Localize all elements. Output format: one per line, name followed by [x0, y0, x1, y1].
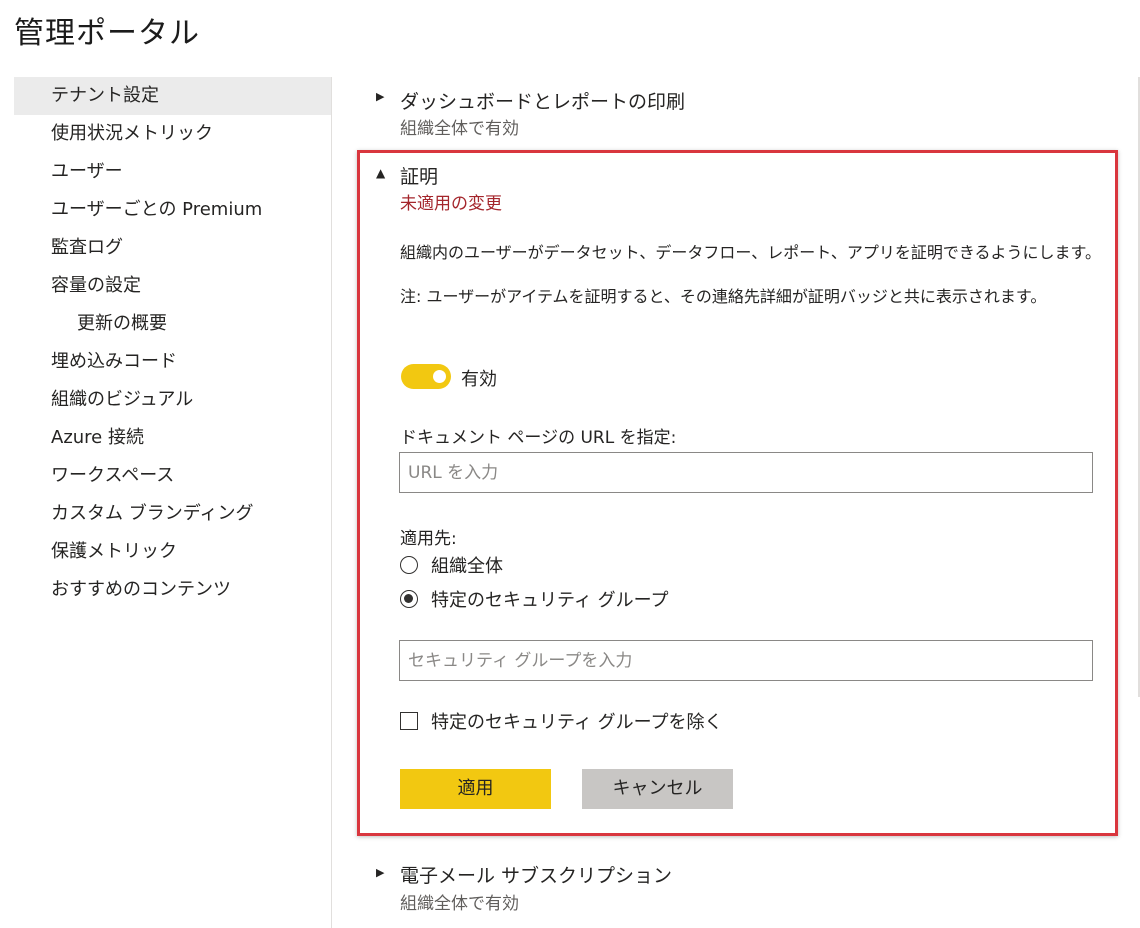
collapse-down-icon[interactable]: ▲: [376, 166, 390, 180]
radio-entire-org[interactable]: 組織全体: [400, 553, 503, 577]
section-title-email[interactable]: 電子メール サブスクリプション: [400, 861, 672, 888]
sidebar-item-audit-logs[interactable]: 監査ログ: [14, 229, 332, 267]
sidebar-item-org-visuals[interactable]: 組織のビジュアル: [14, 381, 332, 419]
sidebar-item-protection-metrics[interactable]: 保護メトリック: [14, 533, 332, 571]
checkbox-label: 特定のセキュリティ グループを除く: [431, 712, 723, 733]
expand-right-icon[interactable]: ▶: [376, 90, 390, 103]
section-status-email: 組織全体で有効: [400, 894, 519, 914]
radio-button[interactable]: [400, 590, 418, 608]
apply-button[interactable]: 適用: [400, 769, 551, 809]
url-field-label: ドキュメント ページの URL を指定:: [400, 428, 677, 448]
sidebar-item-azure-connections[interactable]: Azure 接続: [14, 419, 332, 457]
sidebar-item-embed-codes[interactable]: 埋め込みコード: [14, 343, 332, 381]
enabled-toggle[interactable]: [401, 364, 451, 389]
url-input[interactable]: [399, 452, 1093, 493]
certification-description: 組織内のユーザーがデータセット、データフロー、レポート、アプリを証明できるように…: [400, 243, 1101, 262]
toggle-knob: [433, 370, 446, 383]
expand-right-icon[interactable]: ▶: [376, 866, 390, 879]
section-title-print[interactable]: ダッシュボードとレポートの印刷: [400, 87, 685, 114]
sidebar-item-tenant-settings[interactable]: テナント設定: [14, 77, 332, 115]
sidebar-item-refresh-summary[interactable]: 更新の概要: [14, 305, 332, 343]
sidebar-item-featured-content[interactable]: おすすめのコンテンツ: [14, 571, 332, 609]
exclude-groups-checkbox-row[interactable]: 特定のセキュリティ グループを除く: [400, 709, 723, 733]
sidebar-item-workspaces[interactable]: ワークスペース: [14, 457, 332, 495]
radio-button[interactable]: [400, 556, 418, 574]
section-status-print: 組織全体で有効: [400, 119, 519, 139]
sidebar: テナント設定 使用状況メトリック ユーザー ユーザーごとの Premium 監査…: [14, 77, 332, 609]
sidebar-item-premium-per-user[interactable]: ユーザーごとの Premium: [14, 191, 332, 229]
sidebar-divider: [331, 77, 332, 928]
page-title: 管理ポータル: [14, 16, 200, 51]
unapplied-changes-status: 未適用の変更: [400, 194, 502, 214]
radio-specific-groups[interactable]: 特定のセキュリティ グループ: [400, 587, 669, 611]
security-group-input[interactable]: [399, 640, 1093, 681]
certification-note: 注: ユーザーがアイテムを証明すると、その連絡先詳細が証明バッジと共に表示されま…: [400, 287, 1047, 306]
exclude-groups-checkbox[interactable]: [400, 712, 418, 730]
sidebar-item-capacity-settings[interactable]: 容量の設定: [14, 267, 332, 305]
radio-label: 組織全体: [431, 556, 503, 577]
radio-label: 特定のセキュリティ グループ: [431, 590, 669, 611]
sidebar-item-users[interactable]: ユーザー: [14, 153, 332, 191]
toggle-label: 有効: [461, 369, 497, 390]
sidebar-item-custom-branding[interactable]: カスタム ブランディング: [14, 495, 332, 533]
apply-to-label: 適用先:: [400, 529, 457, 549]
section-title-certification[interactable]: 証明: [400, 162, 438, 189]
cancel-button[interactable]: キャンセル: [582, 769, 733, 809]
sidebar-item-usage-metrics[interactable]: 使用状況メトリック: [14, 115, 332, 153]
